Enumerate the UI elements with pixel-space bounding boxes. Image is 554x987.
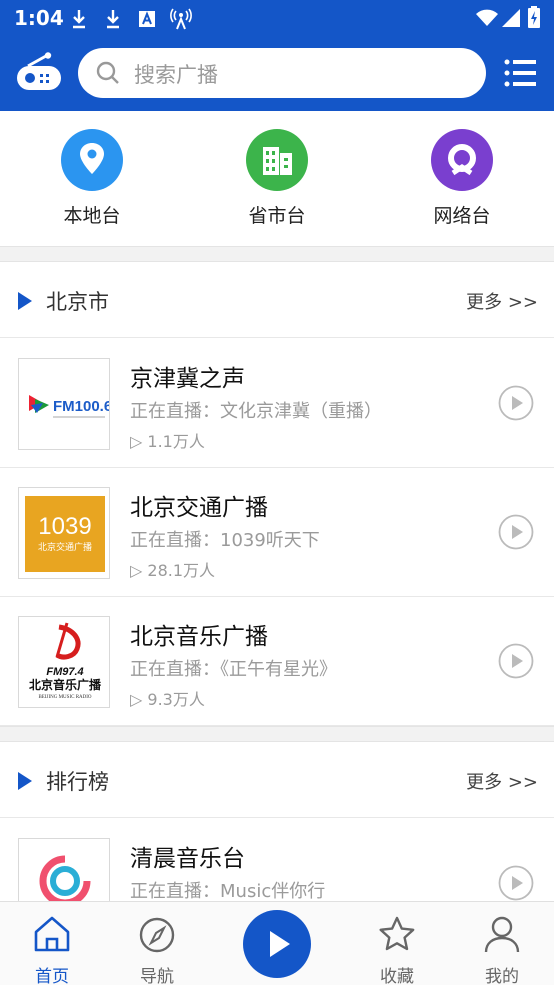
more-link[interactable]: 更多 >> (466, 768, 538, 794)
station-item[interactable]: 1039 北京交通广播 北京交通广播 正在直播：1039听天下 ▷ 28.1万人 (0, 468, 554, 597)
tab-label: 导航 (140, 967, 174, 987)
tab-navigation[interactable]: 导航 (112, 902, 202, 987)
play-circle-icon[interactable] (498, 643, 534, 679)
station-listeners: ▷ 1.1万人 (130, 432, 205, 451)
tab-label: 首页 (35, 967, 69, 987)
bottom-tab-bar: 首页 导航 收藏 我的 (0, 901, 554, 987)
broadcast-icon (170, 8, 192, 30)
menu-list-icon[interactable] (504, 58, 536, 88)
play-circle-icon[interactable] (498, 514, 534, 550)
play-circle-icon[interactable] (498, 865, 534, 901)
network-q-icon (431, 129, 493, 191)
svg-text:北京交通广播: 北京交通广播 (38, 541, 92, 553)
station-item[interactable]: FM100.6 京津冀之声 正在直播：文化京津冀（重播） ▷ 1.1万人 (0, 339, 554, 468)
station-live-program: 正在直播：文化京津冀（重播） (130, 401, 382, 422)
station-logo: FM97.4 北京音乐广播 BEIJING MUSIC RADIO (18, 616, 110, 708)
station-logo: FM100.6 (18, 358, 110, 450)
station-live-program: 正在直播：《正午有星光》 (130, 659, 337, 680)
svg-text:北京音乐广播: 北京音乐广播 (29, 677, 102, 692)
tab-mine[interactable]: 我的 (457, 902, 547, 987)
section-divider (0, 246, 554, 262)
star-icon (379, 916, 415, 951)
station-listeners: ▷ 9.3万人 (130, 690, 205, 709)
section-title: 排行榜 (46, 770, 109, 794)
station-name: 京津冀之声 (130, 366, 245, 392)
category-label: 本地台 (63, 205, 121, 227)
category-local[interactable]: 本地台 (32, 129, 152, 228)
station-item[interactable]: FM97.4 北京音乐广播 BEIJING MUSIC RADIO 北京音乐广播… (0, 597, 554, 726)
location-pin-icon (61, 129, 123, 191)
section-header-beijing: 北京市 更多 >> (0, 262, 554, 338)
signal-icon (502, 9, 520, 27)
section-header-ranking: 排行榜 更多 >> (0, 742, 554, 818)
search-bar[interactable]: 搜索广播 (78, 48, 486, 98)
battery-icon (528, 6, 540, 28)
category-label: 网络台 (433, 205, 491, 227)
station-logo: 1039 北京交通广播 (18, 487, 110, 579)
category-row: 本地台 省市台 网络台 (0, 111, 554, 246)
category-label: 省市台 (248, 205, 306, 227)
status-bar: 1:04 (0, 0, 554, 36)
compass-icon (139, 917, 175, 953)
download-icon (107, 10, 119, 29)
search-placeholder[interactable]: 搜索广播 (134, 59, 218, 89)
section-title: 北京市 (46, 290, 109, 314)
station-live-program: 正在直播：Music伴你行 (130, 881, 326, 902)
play-circle-icon[interactable] (498, 385, 534, 421)
station-name: 北京音乐广播 (130, 624, 268, 650)
status-time: 1:04 (14, 6, 64, 30)
station-name: 清晨音乐台 (130, 846, 245, 872)
category-province[interactable]: 省市台 (217, 129, 337, 228)
tab-label: 我的 (485, 967, 519, 987)
station-live-program: 正在直播：1039听天下 (130, 530, 320, 551)
section-divider (0, 726, 554, 742)
search-icon (96, 61, 119, 84)
station-listeners: ▷ 28.1万人 (130, 561, 216, 580)
download-icon (73, 10, 85, 29)
tab-favorites[interactable]: 收藏 (352, 902, 442, 987)
tab-label: 收藏 (380, 967, 414, 987)
top-bar: 搜索广播 (0, 36, 554, 111)
triangle-marker-icon (18, 292, 32, 310)
home-icon (34, 916, 70, 952)
wifi-icon (476, 9, 498, 26)
app-a-icon (139, 11, 155, 27)
triangle-marker-icon (18, 772, 32, 790)
svg-text:FM97.4: FM97.4 (46, 666, 83, 678)
play-icon (270, 931, 290, 957)
svg-text:1039: 1039 (38, 513, 91, 540)
user-icon (484, 916, 520, 953)
buildings-icon (246, 129, 308, 191)
category-network[interactable]: 网络台 (402, 129, 522, 228)
radio-logo-icon[interactable] (16, 52, 62, 94)
svg-text:BEIJING MUSIC RADIO: BEIJING MUSIC RADIO (38, 695, 91, 700)
more-link[interactable]: 更多 >> (466, 288, 538, 314)
svg-text:FM100.6: FM100.6 (53, 398, 110, 415)
station-name: 北京交通广播 (130, 495, 268, 521)
tab-home[interactable]: 首页 (7, 902, 97, 987)
center-play-button[interactable] (243, 910, 311, 978)
